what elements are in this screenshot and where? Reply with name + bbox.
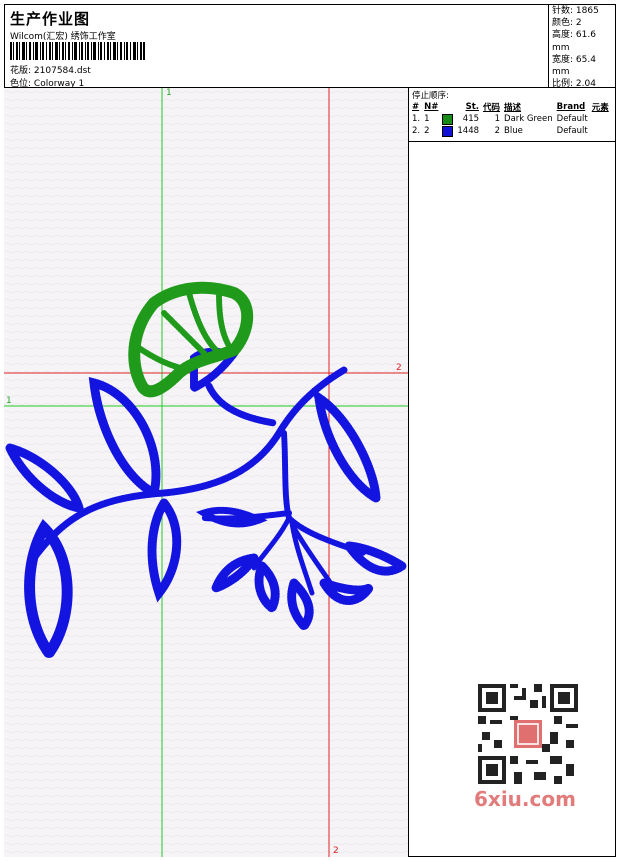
col-stitches: St.	[465, 102, 480, 112]
table-row: 1. 1 415 1 Dark Green Default	[412, 113, 588, 125]
color-swatch-green	[442, 113, 454, 125]
stop-sequence-table: # N# St. 代码 描述 Brand 元素 1. 1 415 1 Dark …	[410, 101, 611, 137]
table-header-row: # N# St. 代码 描述 Brand 元素	[410, 101, 611, 113]
guide-label-red-bottom: 2	[333, 846, 339, 856]
stat-height: 高度: 61.6 mm	[552, 30, 596, 53]
stats-box: 针数: 1865 颜色: 2 高度: 61.6 mm 宽度: 65.4 mm 比…	[548, 4, 616, 89]
watermark: 6xiu.com	[470, 680, 586, 816]
bud-4	[313, 574, 383, 605]
header: 生产作业图 Wilcom(汇宏) 绣饰工作室 花版: 2107584.dst 色…	[4, 4, 616, 89]
col-code: 代码	[483, 103, 501, 113]
guide-label-green-top: 1	[166, 88, 172, 98]
stat-colors: 颜色: 2	[552, 18, 582, 29]
design-name-row: 花版: 2107584.dst	[10, 63, 91, 76]
guide-label-red-right: 2	[396, 363, 402, 373]
stat-stitches: 针数: 1865	[552, 6, 599, 16]
barcode	[10, 42, 145, 60]
watermark-text: 6xiu.com	[474, 787, 576, 811]
col-description: 描述	[504, 103, 522, 113]
design-canvas: 1 1 2 2	[4, 88, 409, 857]
guide-label-green-left: 1	[6, 396, 12, 406]
stat-width: 宽度: 65.4 mm	[552, 54, 596, 78]
table-row: 2. 2 1448 2 Blue Default	[412, 125, 588, 137]
color-swatch-blue	[442, 125, 454, 137]
col-index: #	[412, 102, 420, 112]
col-element: 元素	[591, 103, 609, 113]
stop-sequence-panel: 停止顺序: # N# St. 代码 描述 Brand 元素 1. 1 415 1…	[409, 88, 616, 142]
embroidery-drawing	[4, 88, 408, 857]
company-name: Wilcom(汇宏) 绣饰工作室	[10, 32, 116, 42]
col-number: N#	[424, 102, 439, 112]
design-value: 2107584.dst	[33, 66, 91, 76]
design-label: 花版:	[10, 66, 32, 76]
qr-code	[478, 684, 578, 784]
page-title: 生产作业图	[10, 10, 91, 28]
col-brand: Brand	[556, 102, 586, 112]
stop-sequence-title: 停止顺序:	[412, 91, 449, 101]
